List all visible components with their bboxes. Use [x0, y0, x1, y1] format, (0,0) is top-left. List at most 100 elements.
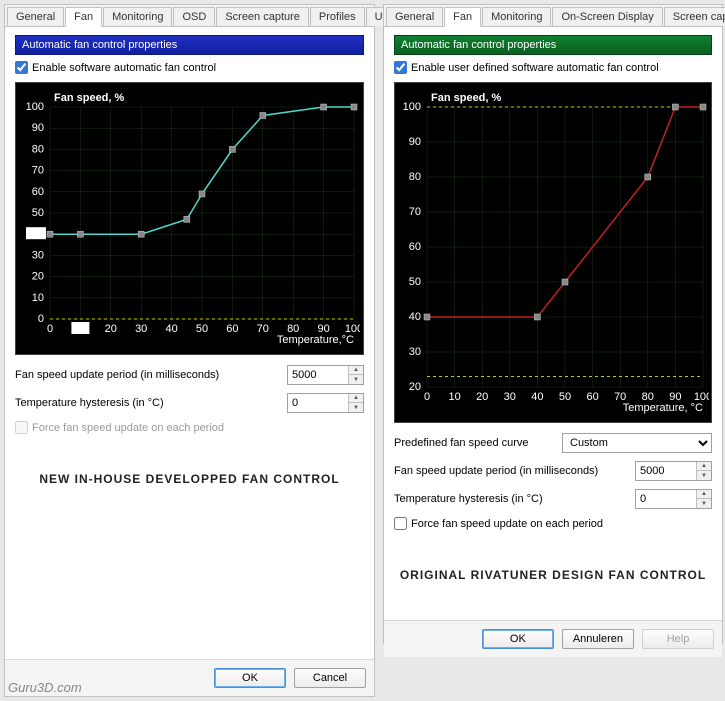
right-dialog: General Fan Monitoring On-Screen Display… [383, 4, 723, 644]
tabs-right: General Fan Monitoring On-Screen Display… [384, 5, 722, 27]
enable-auto-fan-box[interactable] [394, 61, 407, 74]
svg-text:50: 50 [196, 323, 208, 335]
svg-text:50: 50 [559, 391, 571, 403]
cancel-button[interactable]: Cancel [294, 668, 366, 688]
tab-screen-capture[interactable]: Screen capture [216, 7, 309, 26]
tab-screen-capture[interactable]: Screen capture [664, 7, 725, 26]
spin-down-icon[interactable]: ▼ [349, 375, 363, 384]
svg-text:90: 90 [409, 136, 421, 148]
update-period-label: Fan speed update period (in milliseconds… [394, 465, 598, 477]
svg-text:40: 40 [531, 391, 543, 403]
svg-text:10: 10 [74, 323, 86, 335]
svg-text:60: 60 [409, 241, 421, 253]
svg-text:40: 40 [165, 323, 177, 335]
help-button: Help [642, 629, 714, 649]
svg-text:10: 10 [448, 391, 460, 403]
svg-text:90: 90 [32, 122, 44, 134]
ok-button[interactable]: OK [482, 629, 554, 649]
tab-monitoring[interactable]: Monitoring [482, 7, 551, 26]
left-dialog: General Fan Monitoring OSD Screen captur… [4, 4, 375, 697]
hysteresis-label: Temperature hysteresis (in °C) [394, 493, 543, 505]
svg-text:30: 30 [504, 391, 516, 403]
enable-auto-fan-checkbox[interactable]: Enable software automatic fan control [15, 61, 364, 74]
hysteresis-input[interactable]: ▲▼ [635, 489, 712, 509]
svg-text:100: 100 [403, 101, 421, 113]
svg-text:70: 70 [32, 165, 44, 177]
curve-preset-select[interactable]: Custom [562, 433, 712, 453]
svg-text:20: 20 [409, 381, 421, 393]
svg-text:80: 80 [409, 171, 421, 183]
svg-text:Fan speed, %: Fan speed, % [431, 92, 502, 104]
tab-osd[interactable]: OSD [173, 7, 215, 26]
svg-text:30: 30 [409, 346, 421, 358]
force-update-checkbox[interactable]: Force fan speed update on each period [394, 517, 712, 530]
cancel-button[interactable]: Annuleren [562, 629, 634, 649]
fan-curve-chart[interactable]: 0101020304050607080901000102030405060708… [15, 82, 364, 355]
watermark: Guru3D.com [8, 680, 82, 695]
hysteresis-field[interactable] [288, 396, 348, 410]
spin-down-icon[interactable]: ▼ [349, 403, 363, 412]
spin-up-icon[interactable]: ▲ [697, 490, 711, 499]
tab-general[interactable]: General [7, 7, 64, 26]
svg-text:60: 60 [32, 186, 44, 198]
svg-text:60: 60 [586, 391, 598, 403]
hysteresis-input[interactable]: ▲▼ [287, 393, 364, 413]
section-header: Automatic fan control properties [15, 35, 364, 55]
tab-fan[interactable]: Fan [444, 7, 481, 27]
svg-text:20: 20 [32, 271, 44, 283]
svg-text:40: 40 [409, 311, 421, 323]
force-update-box [15, 421, 28, 434]
dialog-caption: NEW IN-HOUSE DEVELOPPED FAN CONTROL [15, 472, 364, 486]
spin-up-icon[interactable]: ▲ [697, 462, 711, 471]
hysteresis-field[interactable] [636, 492, 696, 506]
spin-up-icon[interactable]: ▲ [349, 394, 363, 403]
tabs-left: General Fan Monitoring OSD Screen captur… [5, 5, 374, 27]
curve-preset-label: Predefined fan speed curve [394, 437, 529, 449]
svg-text:Fan speed, %: Fan speed, % [54, 92, 125, 104]
force-update-label: Force fan speed update on each period [32, 422, 224, 434]
update-period-input[interactable]: ▲▼ [287, 365, 364, 385]
svg-text:40: 40 [30, 228, 42, 240]
svg-text:60: 60 [226, 323, 238, 335]
hysteresis-label: Temperature hysteresis (in °C) [15, 397, 164, 409]
svg-text:Temperature, °C: Temperature, °C [623, 402, 703, 414]
svg-text:20: 20 [476, 391, 488, 403]
tab-profiles[interactable]: Profiles [310, 7, 365, 26]
dialog-caption: ORIGINAL RIVATUNER DESIGN FAN CONTROL [394, 568, 712, 582]
svg-text:100: 100 [26, 101, 44, 113]
tab-general[interactable]: General [386, 7, 443, 26]
svg-text:0: 0 [47, 323, 53, 335]
tab-monitoring[interactable]: Monitoring [103, 7, 172, 26]
section-header: Automatic fan control properties [394, 35, 712, 55]
update-period-input[interactable]: ▲▼ [635, 461, 712, 481]
svg-text:70: 70 [257, 323, 269, 335]
ok-button[interactable]: OK [214, 668, 286, 688]
svg-text:20: 20 [105, 323, 117, 335]
svg-text:50: 50 [32, 207, 44, 219]
spin-up-icon[interactable]: ▲ [349, 366, 363, 375]
force-update-box[interactable] [394, 517, 407, 530]
svg-text:0: 0 [38, 313, 44, 325]
svg-text:80: 80 [32, 143, 44, 155]
tab-fan[interactable]: Fan [65, 7, 102, 27]
spin-down-icon[interactable]: ▼ [697, 499, 711, 508]
update-period-field[interactable] [636, 464, 696, 478]
enable-auto-fan-box[interactable] [15, 61, 28, 74]
svg-text:30: 30 [135, 323, 147, 335]
svg-text:10: 10 [32, 292, 44, 304]
svg-text:Temperature,°C: Temperature,°C [277, 334, 354, 346]
force-update-label: Force fan speed update on each period [411, 518, 603, 530]
fan-curve-chart[interactable]: 0102030405060708090100203040506070809010… [394, 82, 712, 423]
spin-down-icon[interactable]: ▼ [697, 471, 711, 480]
update-period-label: Fan speed update period (in milliseconds… [15, 369, 219, 381]
svg-text:0: 0 [424, 391, 430, 403]
svg-text:50: 50 [409, 276, 421, 288]
button-row: OK Annuleren Help [384, 620, 722, 657]
enable-auto-fan-checkbox[interactable]: Enable user defined software automatic f… [394, 61, 712, 74]
svg-text:30: 30 [32, 249, 44, 261]
update-period-field[interactable] [288, 368, 348, 382]
svg-text:70: 70 [409, 206, 421, 218]
tab-osd[interactable]: On-Screen Display [552, 7, 662, 26]
force-update-checkbox: Force fan speed update on each period [15, 421, 364, 434]
enable-auto-fan-label: Enable software automatic fan control [32, 62, 216, 74]
